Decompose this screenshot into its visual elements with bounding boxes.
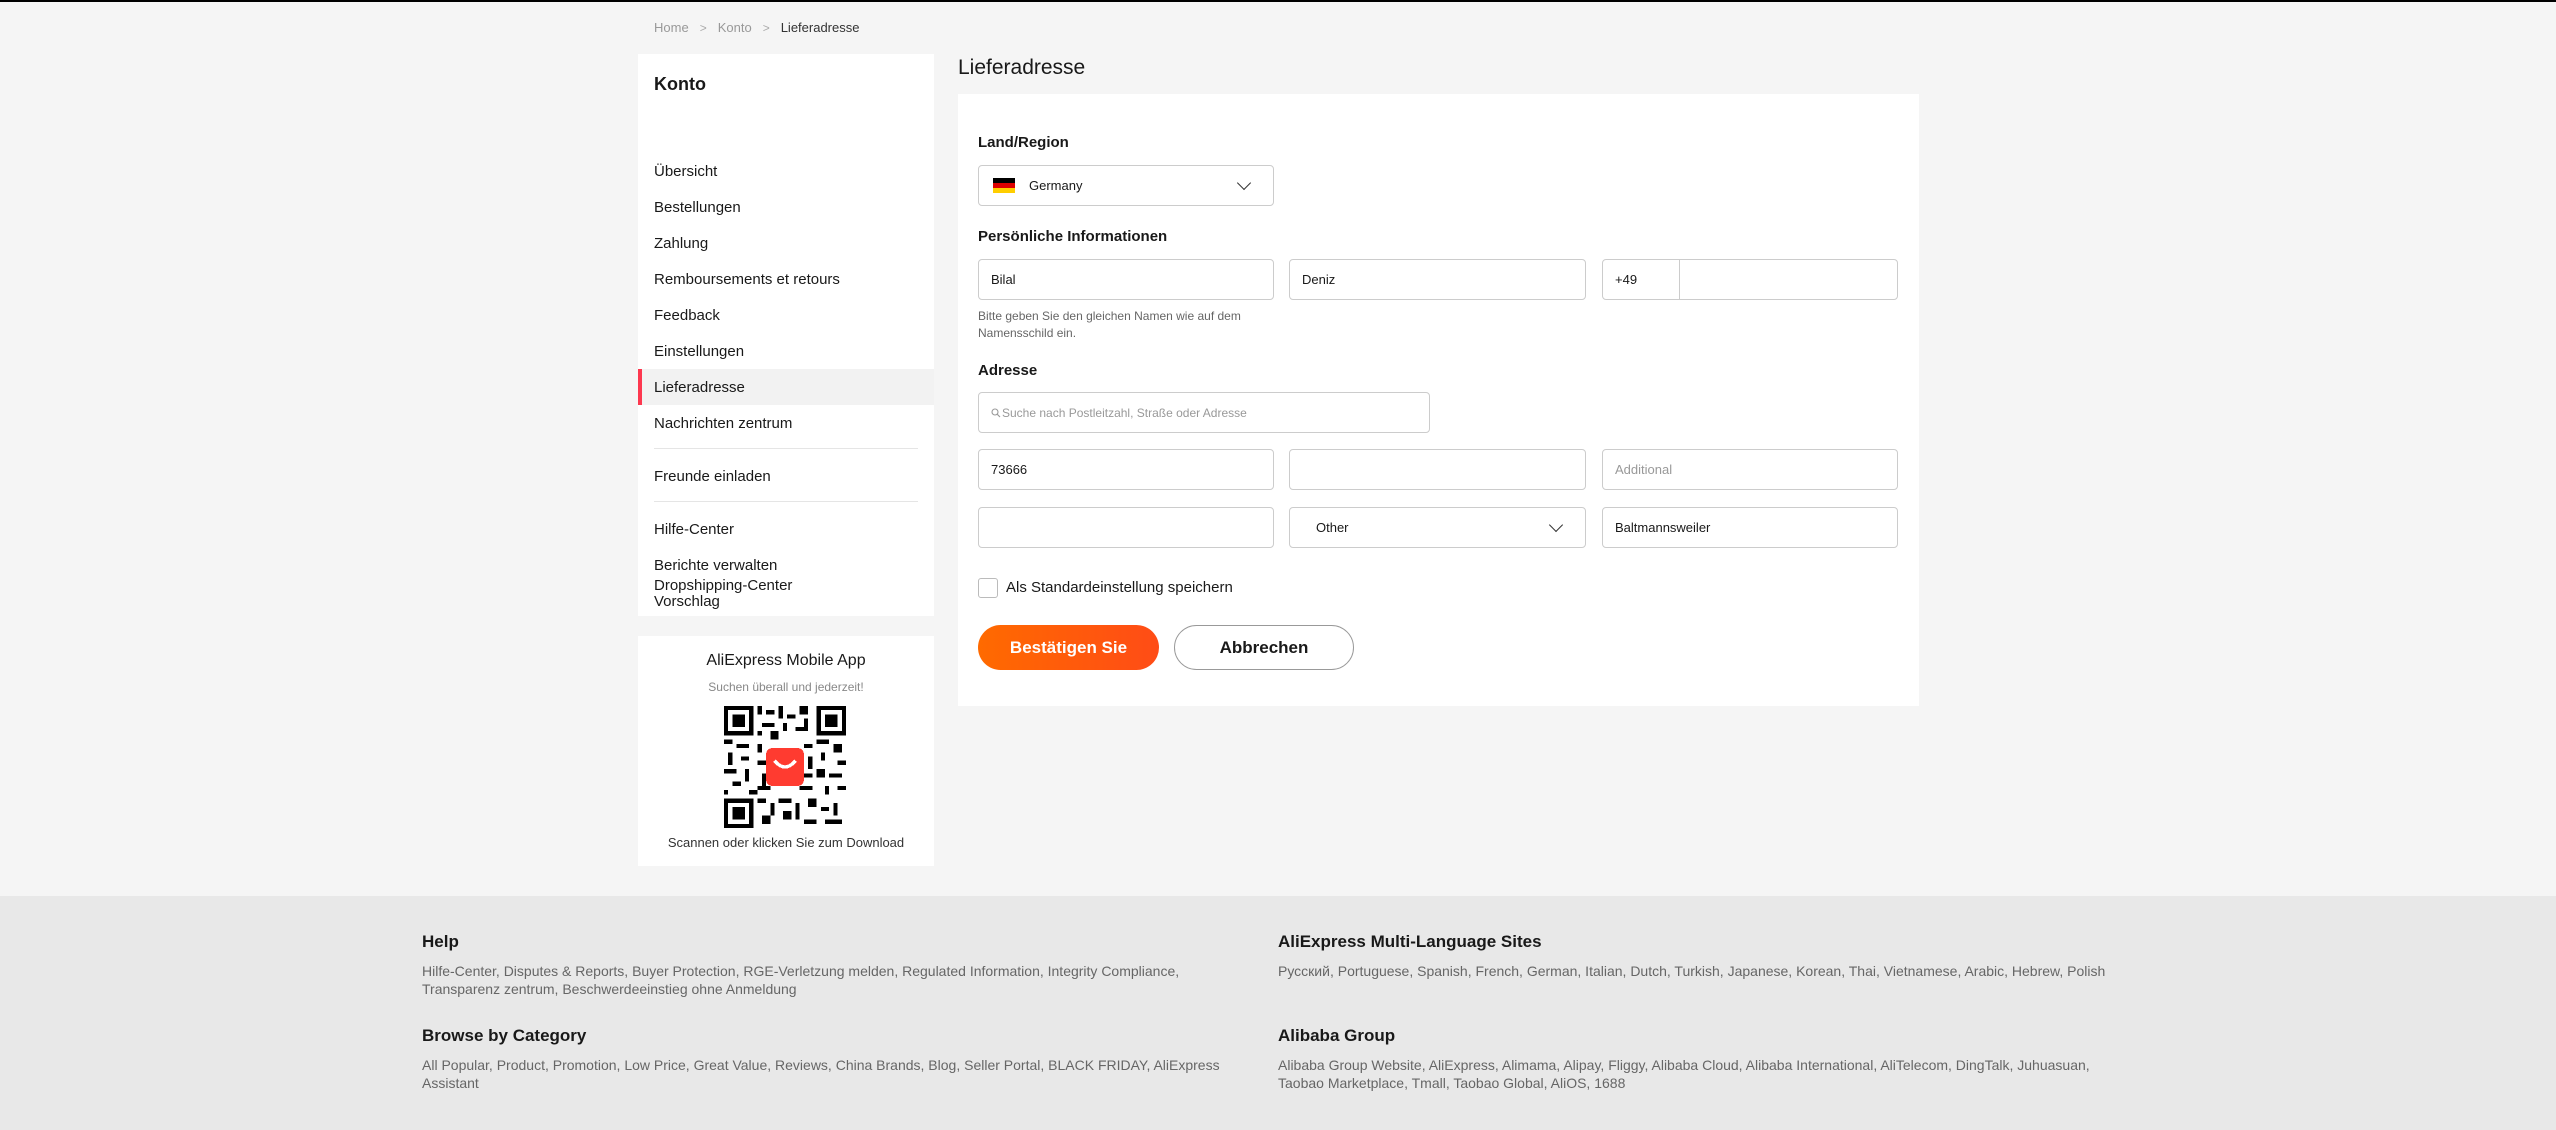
breadcrumb-separator: > xyxy=(699,20,707,35)
last-name-field[interactable]: Deniz xyxy=(1289,259,1586,300)
phone-divider xyxy=(1679,260,1680,299)
app-scan-text: Scannen oder klicken Sie zum Download xyxy=(667,835,905,850)
footer-alibaba-title: Alibaba Group xyxy=(1278,1026,1396,1045)
sidebar-item-uebersicht[interactable]: Übersicht xyxy=(638,153,934,189)
country-value: Germany xyxy=(1029,178,1083,193)
additional-field[interactable]: Additional xyxy=(1602,449,1898,490)
breadcrumb: Home > Konto > Lieferadresse xyxy=(654,20,859,35)
sidebar-divider xyxy=(654,448,918,449)
sidebar-item-lieferadresse[interactable]: Lieferadresse xyxy=(638,369,934,405)
chevron-down-icon xyxy=(1548,517,1564,533)
country-select[interactable]: Germany xyxy=(978,165,1274,206)
account-sidebar: Konto Übersicht Bestellungen Zahlung Rem… xyxy=(638,54,934,616)
footer-multilang-links[interactable]: Русский, Portuguese, Spanish, French, Ge… xyxy=(1278,962,2158,980)
footer-help: Help Hilfe-Center, Disputes & Reports, B… xyxy=(422,932,1242,998)
region-label: Land/Region xyxy=(978,134,1069,151)
app-subtitle: Suchen überall und jederzeit! xyxy=(708,680,864,694)
breadcrumb-konto[interactable]: Konto xyxy=(718,20,752,35)
cancel-button[interactable]: Abbrechen xyxy=(1174,625,1354,670)
footer-help-title: Help xyxy=(422,932,459,951)
phone-country-code[interactable]: +49 xyxy=(1615,272,1637,287)
germany-flag-icon xyxy=(993,178,1015,193)
chevron-down-icon xyxy=(1236,175,1252,191)
sidebar-item-freunde-einladen[interactable]: Freunde einladen xyxy=(638,458,934,494)
page: Home > Konto > Lieferadresse Konto Übers… xyxy=(0,2,2556,1130)
state-select[interactable]: Other xyxy=(1289,507,1586,548)
address-line-field[interactable] xyxy=(978,507,1274,548)
sidebar-item-bestellungen[interactable]: Bestellungen xyxy=(638,189,934,225)
app-download-card[interactable]: AliExpress Mobile App Suchen überall und… xyxy=(638,636,934,866)
footer-multilang-title: AliExpress Multi-Language Sites xyxy=(1278,932,1542,951)
address-search-placeholder: Suche nach Postleitzahl, Straße oder Adr… xyxy=(1002,405,1247,420)
breadcrumb-home[interactable]: Home xyxy=(654,20,689,35)
sidebar-item-nachrichten[interactable]: Nachrichten zentrum xyxy=(638,405,934,441)
footer-browse-links[interactable]: All Popular, Product, Promotion, Low Pri… xyxy=(422,1056,1242,1092)
breadcrumb-separator: > xyxy=(762,20,770,35)
sidebar-item-einstellungen[interactable]: Einstellungen xyxy=(638,333,934,369)
sidebar-divider xyxy=(654,501,918,502)
sidebar-item-dropshipping[interactable]: Dropshipping-Center xyxy=(638,567,934,603)
address-label: Adresse xyxy=(978,362,1038,379)
app-title: AliExpress Mobile App xyxy=(706,652,866,669)
first-name-field[interactable]: Bilal xyxy=(978,259,1274,300)
default-address-checkbox[interactable] xyxy=(978,578,998,598)
footer-browse: Browse by Category All Popular, Product,… xyxy=(422,1026,1242,1092)
sidebar-item-feedback[interactable]: Feedback xyxy=(638,297,934,333)
footer-help-links[interactable]: Hilfe-Center, Disputes & Reports, Buyer … xyxy=(422,962,1242,998)
footer-browse-title: Browse by Category xyxy=(422,1026,587,1045)
breadcrumb-current: Lieferadresse xyxy=(780,20,860,35)
search-icon xyxy=(991,407,1001,417)
city-field[interactable]: Baltmannsweiler xyxy=(1602,507,1898,548)
sidebar-title: Konto xyxy=(654,74,706,94)
footer-alibaba-links[interactable]: Alibaba Group Website, AliExpress, Alima… xyxy=(1278,1056,2138,1092)
footer-multilang: AliExpress Multi-Language Sites Русский,… xyxy=(1278,932,2158,980)
zip-field[interactable]: 73666 xyxy=(978,449,1274,490)
sidebar-item-zahlung[interactable]: Zahlung xyxy=(638,225,934,261)
qr-code-icon[interactable] xyxy=(724,706,846,828)
default-address-label[interactable]: Als Standardeinstellung speichern xyxy=(1006,578,1233,598)
sidebar-item-hilfe-center[interactable]: Hilfe-Center xyxy=(638,511,934,547)
name-hint: Bitte geben Sie den gleichen Namen wie a… xyxy=(978,309,1241,340)
footer-alibaba: Alibaba Group Alibaba Group Website, Ali… xyxy=(1278,1026,2138,1092)
confirm-button[interactable]: Bestätigen Sie xyxy=(978,625,1159,670)
phone-field[interactable]: +49 xyxy=(1602,259,1898,300)
address-search-input[interactable]: Suche nach Postleitzahl, Straße oder Adr… xyxy=(978,392,1430,433)
page-title: Lieferadresse xyxy=(958,56,1086,79)
state-value: Other xyxy=(1316,520,1349,535)
personal-info-label: Persönliche Informationen xyxy=(978,228,1168,245)
footer: Help Hilfe-Center, Disputes & Reports, B… xyxy=(0,896,2556,1130)
sidebar-item-returns[interactable]: Remboursements et retours xyxy=(638,261,934,297)
street-field[interactable] xyxy=(1289,449,1586,490)
